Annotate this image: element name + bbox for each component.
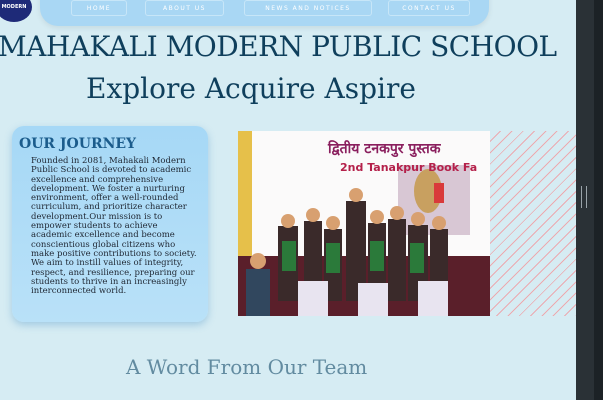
- book-fair-photo-image: द्वितीय टनकपुर पुस्तक 2nd Tanakpur Book …: [238, 131, 490, 316]
- team-heading: A Word From Our Team: [126, 355, 368, 379]
- image-placeholder-hatch: [490, 131, 576, 316]
- resize-handle[interactable]: [581, 186, 587, 208]
- journey-body: Founded in 2081, Mahakali Modern Public …: [31, 156, 197, 297]
- side-panel-edge: [594, 0, 603, 400]
- banner-line-2: 2nd Tanakpur Book Fa: [340, 161, 477, 174]
- nav-news-and-notices[interactable]: NEWS AND NOTICES: [244, 0, 372, 16]
- nav-home[interactable]: HOME: [71, 0, 127, 16]
- book-fair-photo: द्वितीय टनकपुर पुस्तक 2nd Tanakpur Book …: [238, 131, 490, 316]
- journey-title: OUR JOURNEY: [19, 136, 137, 152]
- nav-contact-us[interactable]: CONTACT US: [388, 0, 470, 16]
- banner-line-1: द्वितीय टनकपुर पुस्तक: [327, 140, 442, 158]
- logo-text: MODERN: [1, 4, 27, 10]
- page: HOME ABOUT US NEWS AND NOTICES CONTACT U…: [0, 0, 576, 400]
- nav-about-us[interactable]: ABOUT US: [145, 0, 224, 16]
- school-name: MAHAKALI MODERN PUBLIC SCHOOL: [0, 30, 557, 63]
- school-logo[interactable]: MODERN: [0, 0, 32, 22]
- navbar: HOME ABOUT US NEWS AND NOTICES CONTACT U…: [40, 0, 489, 26]
- tagline: Explore Acquire Aspire: [86, 72, 416, 105]
- journey-card: OUR JOURNEY Founded in 2081, Mahakali Mo…: [12, 126, 208, 322]
